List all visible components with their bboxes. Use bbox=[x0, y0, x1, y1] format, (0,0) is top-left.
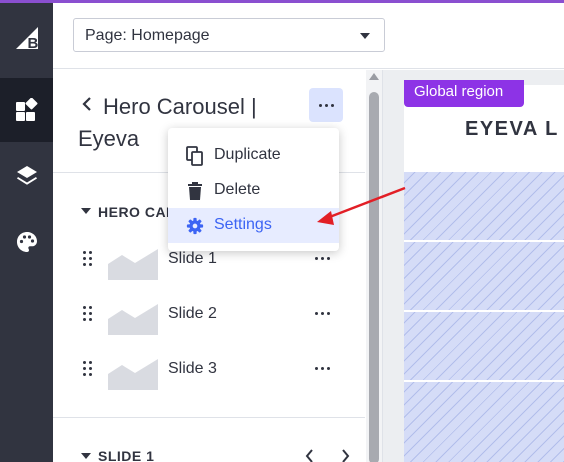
drag-handle-icon[interactable] bbox=[83, 361, 93, 377]
carousel-placeholder-band bbox=[404, 172, 564, 240]
carousel-placeholder-band bbox=[404, 382, 564, 462]
scroll-up-icon[interactable] bbox=[369, 73, 379, 80]
left-icon-rail: B bbox=[0, 3, 53, 462]
more-horizontal-icon[interactable] bbox=[315, 257, 330, 260]
widgets-icon[interactable] bbox=[0, 78, 53, 142]
carousel-placeholder-band bbox=[404, 242, 564, 310]
store-logo-text: EYEVA L bbox=[465, 118, 559, 140]
menu-item-label: Delete bbox=[214, 181, 261, 198]
gear-icon bbox=[186, 217, 204, 235]
delete-menu-item[interactable]: Delete bbox=[168, 173, 339, 208]
slide-section-toggle[interactable]: SLIDE 1 bbox=[81, 448, 361, 462]
global-region-badge[interactable]: Global region bbox=[404, 80, 524, 107]
scrollbar-thumb[interactable] bbox=[369, 92, 379, 462]
caret-down-icon bbox=[81, 208, 91, 214]
divider bbox=[53, 417, 365, 418]
menu-item-label: Settings bbox=[214, 216, 272, 233]
more-horizontal-icon bbox=[318, 103, 334, 107]
settings-menu-item[interactable]: Settings bbox=[168, 208, 339, 243]
bigcommerce-logo-icon[interactable]: B bbox=[0, 6, 53, 70]
page-select[interactable]: Page: Homepage bbox=[73, 18, 385, 52]
page-select-value: Page: Homepage bbox=[85, 27, 210, 44]
slide-label: Slide 3 bbox=[168, 360, 217, 377]
image-placeholder-icon bbox=[108, 359, 158, 390]
image-placeholder-icon bbox=[108, 249, 158, 280]
widget-options-menu: Duplicate Delete Settings bbox=[168, 128, 339, 251]
slide-label: Slide 2 bbox=[168, 305, 217, 322]
caret-down-icon bbox=[81, 453, 91, 459]
top-bar: Page: Homepage bbox=[53, 3, 564, 69]
drag-handle-icon[interactable] bbox=[83, 251, 93, 267]
more-horizontal-icon[interactable] bbox=[315, 367, 330, 370]
slide-label: Slide 1 bbox=[168, 250, 217, 267]
section-label: HERO CAROUSEL bbox=[98, 204, 171, 220]
duplicate-menu-item[interactable]: Duplicate bbox=[168, 138, 339, 173]
slide-row[interactable]: Slide 2 bbox=[53, 289, 365, 344]
slide-section-label: SLIDE 1 bbox=[98, 448, 155, 462]
menu-item-label: Duplicate bbox=[214, 146, 281, 163]
hero-carousel-section-toggle[interactable]: HERO CAROUSEL bbox=[81, 203, 171, 221]
more-options-button[interactable] bbox=[309, 88, 343, 122]
more-horizontal-icon[interactable] bbox=[315, 312, 330, 315]
layers-icon[interactable] bbox=[0, 144, 53, 208]
palette-icon[interactable] bbox=[0, 210, 53, 274]
slide-row[interactable]: Slide 3 bbox=[53, 344, 365, 399]
chevron-right-icon[interactable] bbox=[339, 448, 351, 462]
svg-text:B: B bbox=[27, 35, 38, 52]
drag-handle-icon[interactable] bbox=[83, 306, 93, 322]
chevron-left-icon[interactable] bbox=[80, 95, 94, 113]
caret-down-icon bbox=[360, 33, 370, 39]
carousel-placeholder-band bbox=[404, 312, 564, 380]
panel-scrollbar[interactable] bbox=[366, 70, 382, 462]
image-placeholder-icon bbox=[108, 304, 158, 335]
trash-icon bbox=[188, 182, 202, 200]
chevron-left-icon[interactable] bbox=[304, 448, 316, 462]
copy-icon bbox=[186, 146, 203, 166]
